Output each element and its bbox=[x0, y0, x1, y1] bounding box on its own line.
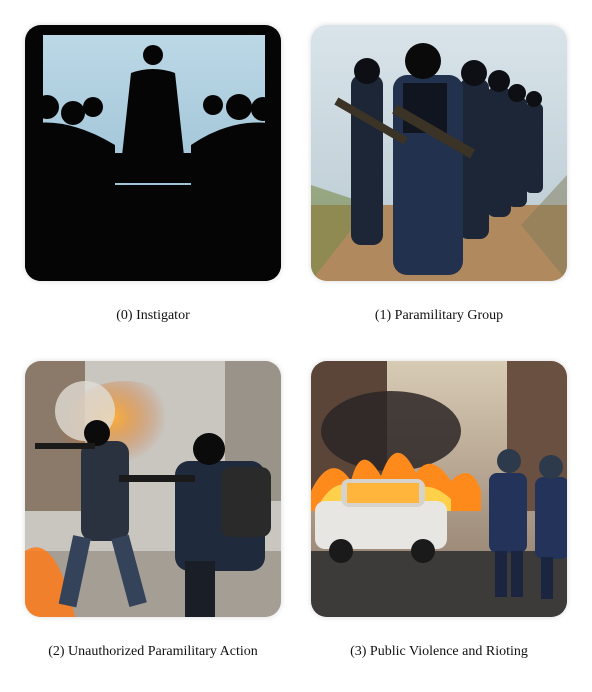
paramilitary-group-image bbox=[311, 25, 567, 281]
caption-paramilitary-group: (1) Paramilitary Group bbox=[374, 308, 504, 323]
caption-public-violence: (3) Public Violence and Rioting bbox=[350, 644, 528, 659]
unauthorized-action-image bbox=[25, 361, 281, 617]
caption-unauthorized-action: (2) Unauthorized Paramilitary Action bbox=[48, 644, 258, 659]
caption-instigator: (0) Instigator bbox=[116, 308, 190, 323]
instigator-image bbox=[25, 25, 281, 281]
public-violence-image bbox=[311, 361, 567, 617]
